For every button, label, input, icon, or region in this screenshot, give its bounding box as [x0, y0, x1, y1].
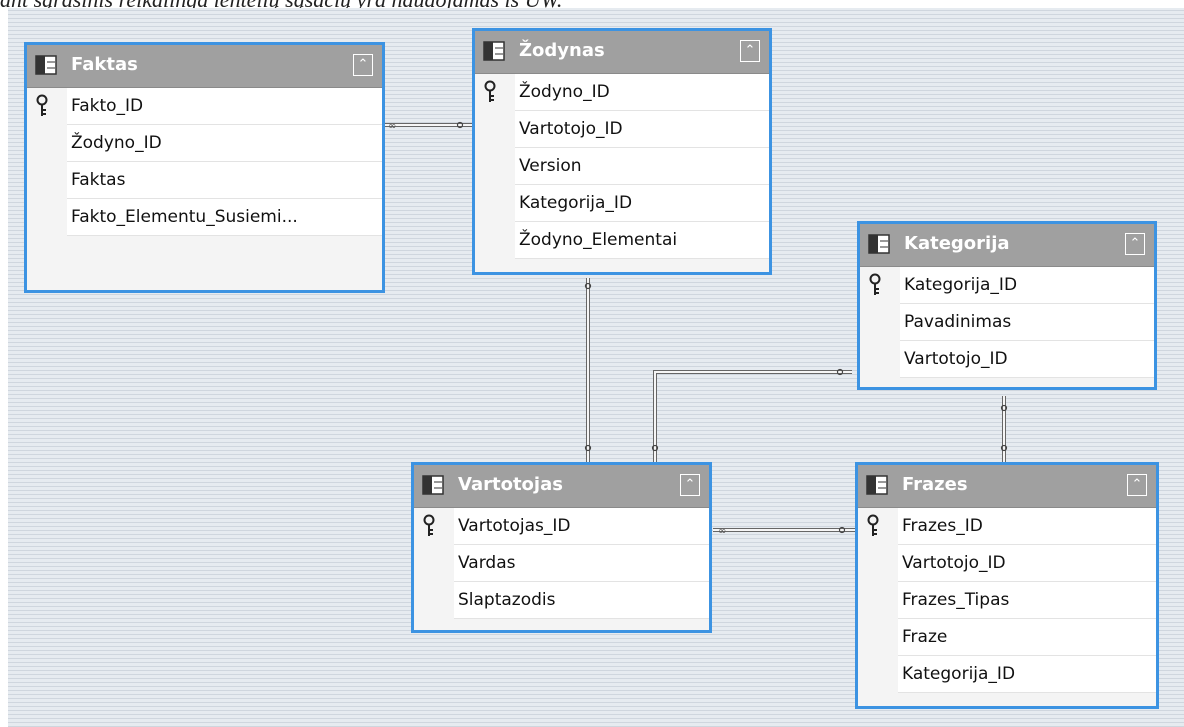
field-name: Fakto_ID — [67, 88, 382, 125]
field-row[interactable]: Fakto_ID — [27, 88, 382, 125]
field-name: Pavadinimas — [900, 304, 1154, 341]
table-title: Vartotojas — [458, 474, 563, 495]
field-row[interactable]: Frazes_ID — [858, 508, 1156, 545]
relationship-vartotojas-kategorija[interactable] — [651, 368, 853, 467]
field-row[interactable]: Slaptazodis — [414, 582, 709, 619]
field-name: Vartotojo_ID — [515, 111, 769, 148]
primary-key-icon — [423, 514, 435, 536]
table-title: Kategorija — [904, 233, 1010, 254]
collapse-up-icon[interactable]: ⌃ — [1127, 474, 1147, 496]
table-icon — [866, 475, 888, 495]
field-row[interactable]: Žodyno_ID — [475, 74, 769, 111]
table-zodynas[interactable]: Žodynas ⌃ Žodyno_ID Vartotojo_ID Version… — [472, 28, 772, 275]
field-row[interactable]: Vardas — [414, 545, 709, 582]
collapse-up-icon[interactable]: ⌃ — [740, 40, 760, 62]
field-name: Kategorija_ID — [900, 267, 1154, 304]
field-row[interactable]: Kategorija_ID — [858, 656, 1156, 693]
field-name: Frazes_Tipas — [898, 582, 1156, 619]
field-row[interactable]: Žodyno_ID — [27, 125, 382, 162]
table-header[interactable]: Frazes ⌃ — [858, 465, 1156, 508]
field-name: Slaptazodis — [454, 582, 709, 619]
table-frazes[interactable]: Frazes ⌃ Frazes_ID Vartotojo_ID Frazes_T… — [855, 462, 1159, 709]
primary-key-icon — [484, 80, 496, 102]
table-title: Frazes — [902, 474, 968, 495]
field-name: Version — [515, 148, 769, 185]
field-name: Vartotojo_ID — [898, 545, 1156, 582]
field-name: Kategorija_ID — [515, 185, 769, 222]
table-title: Faktas — [71, 54, 138, 75]
table-header[interactable]: Kategorija ⌃ — [860, 224, 1154, 267]
field-list: Fakto_ID Žodyno_ID Faktas Fakto_Elementu… — [27, 88, 382, 236]
field-row[interactable]: Vartotojas_ID — [414, 508, 709, 545]
table-icon — [422, 475, 444, 495]
primary-key-icon — [36, 94, 48, 116]
field-name: Žodyno_ID — [515, 74, 769, 111]
relationship-faktas-zodynas[interactable]: ∞ — [384, 121, 474, 132]
collapse-up-icon[interactable]: ⌃ — [680, 474, 700, 496]
field-row[interactable]: Žodyno_Elementai — [475, 222, 769, 259]
field-row[interactable]: Pavadinimas — [860, 304, 1154, 341]
field-row[interactable]: Vartotojo_ID — [475, 111, 769, 148]
field-list: Vartotojas_ID Vardas Slaptazodis — [414, 508, 709, 619]
collapse-up-icon[interactable]: ⌃ — [1125, 233, 1145, 255]
table-vartotojas[interactable]: Vartotojas ⌃ Vartotojas_ID Vardas Slapta… — [411, 462, 712, 633]
field-row[interactable]: Frazes_Tipas — [858, 582, 1156, 619]
primary-key-icon — [869, 273, 881, 295]
field-row[interactable]: Kategorija_ID — [860, 267, 1154, 304]
table-header[interactable]: Vartotojas ⌃ — [414, 465, 709, 508]
field-list: Kategorija_ID Pavadinimas Vartotojo_ID — [860, 267, 1154, 378]
field-name: Vartotojo_ID — [900, 341, 1154, 378]
relationship-frazes-kategorija[interactable] — [1000, 396, 1008, 464]
relationship-vartotojas-frazes[interactable]: ∞ — [713, 526, 855, 537]
relationship-vartotojas-zodynas[interactable] — [584, 278, 592, 466]
field-name: Faktas — [67, 162, 382, 199]
field-list: Frazes_ID Vartotojo_ID Frazes_Tipas Fraz… — [858, 508, 1156, 693]
primary-key-icon — [867, 514, 879, 536]
field-name: Žodyno_Elementai — [515, 222, 769, 259]
field-name: Vartotojas_ID — [454, 508, 709, 545]
field-row[interactable]: Fraze — [858, 619, 1156, 656]
field-list: Žodyno_ID Vartotojo_ID Version Kategorij… — [475, 74, 769, 259]
field-row[interactable]: Vartotojo_ID — [858, 545, 1156, 582]
table-icon — [483, 41, 505, 61]
field-row[interactable]: Fakto_Elementu_Susiemi... — [27, 199, 382, 236]
table-title: Žodynas — [519, 40, 605, 61]
table-icon — [35, 55, 57, 75]
field-name: Frazes_ID — [898, 508, 1156, 545]
collapse-up-icon[interactable]: ⌃ — [353, 54, 373, 76]
table-header[interactable]: Faktas ⌃ — [27, 45, 382, 88]
svg-text:∞: ∞ — [718, 526, 726, 537]
field-name: Kategorija_ID — [898, 656, 1156, 693]
field-row[interactable]: Faktas — [27, 162, 382, 199]
field-name: Fakto_Elementu_Susiemi... — [67, 199, 382, 236]
field-row[interactable]: Kategorija_ID — [475, 185, 769, 222]
field-row[interactable]: Vartotojo_ID — [860, 341, 1154, 378]
field-name: Vardas — [454, 545, 709, 582]
table-faktas[interactable]: Faktas ⌃ Fakto_ID Žodyno_ID Faktas Fakto… — [24, 42, 385, 293]
field-name: Fraze — [898, 619, 1156, 656]
svg-text:∞: ∞ — [388, 121, 396, 132]
field-name: Žodyno_ID — [67, 125, 382, 162]
table-kategorija[interactable]: Kategorija ⌃ Kategorija_ID Pavadinimas V… — [857, 221, 1157, 390]
table-header[interactable]: Žodynas ⌃ — [475, 31, 769, 74]
field-row[interactable]: Version — [475, 148, 769, 185]
table-icon — [868, 234, 890, 254]
